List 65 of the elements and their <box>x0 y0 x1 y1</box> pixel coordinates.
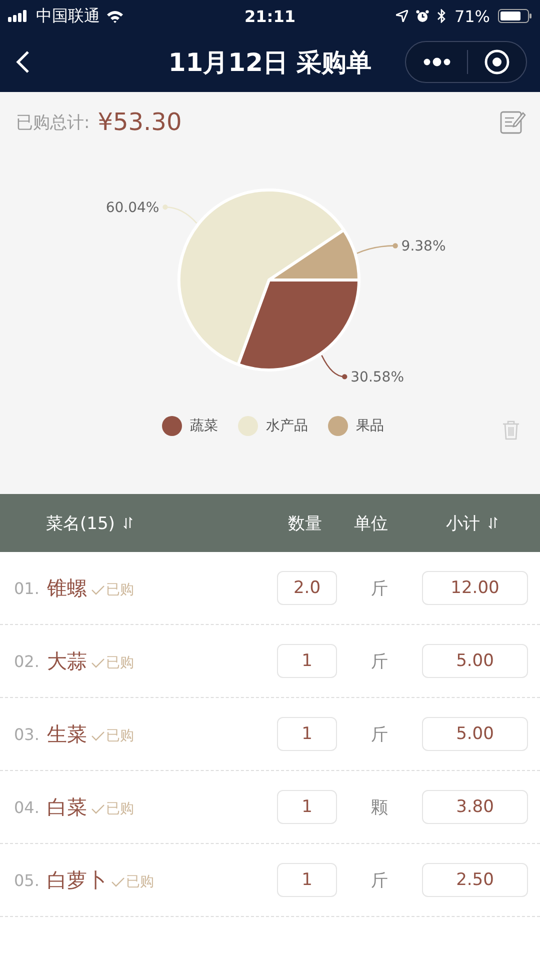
bluetooth-icon <box>437 9 446 23</box>
total-label: 已购总计: <box>16 112 90 134</box>
subtotal-field[interactable]: 12.00 <box>422 571 528 605</box>
leader-line <box>162 204 198 224</box>
row-number: 02. <box>14 652 40 670</box>
more-icon[interactable] <box>422 57 452 67</box>
percent-label: 30.58% <box>350 370 404 386</box>
battery-icon <box>498 9 532 23</box>
edit-note-icon[interactable] <box>500 109 526 135</box>
quantity-field[interactable]: 1 <box>277 790 337 824</box>
row-number: 01. <box>14 578 40 598</box>
check-icon <box>91 804 105 814</box>
sort-icon[interactable] <box>488 517 498 529</box>
bought-status: 已购 <box>106 727 134 745</box>
wifi-icon <box>106 10 124 22</box>
column-header[interactable]: 单位 <box>354 512 388 534</box>
subtotal-field[interactable]: 2.50 <box>422 863 528 897</box>
leader-line <box>321 355 348 380</box>
column-header[interactable]: 菜名(15) <box>46 512 115 534</box>
unit-label: 斤 <box>370 870 389 892</box>
close-target-icon[interactable] <box>484 49 510 75</box>
legend-label: 蔬菜 <box>190 417 218 435</box>
item-name: 锥螺 <box>47 574 87 602</box>
column-header[interactable]: 数量 <box>288 512 322 534</box>
item-name: 大蒜 <box>47 648 87 674</box>
bought-status: 已购 <box>106 654 134 672</box>
bought-status: 已购 <box>106 800 134 818</box>
alarm-clock-icon <box>416 10 430 22</box>
legend-label: 水产品 <box>266 417 308 435</box>
battery-percent: 71% <box>454 6 490 26</box>
subtotal-field[interactable]: 3.80 <box>422 790 528 824</box>
location-arrow-icon <box>396 10 408 22</box>
subtotal-field[interactable]: 5.00 <box>422 644 528 678</box>
carrier-name: 中国联通 <box>36 6 100 26</box>
quantity-field[interactable]: 1 <box>277 644 337 678</box>
back-icon[interactable] <box>16 50 30 74</box>
unit-label: 斤 <box>370 650 389 672</box>
quantity-field[interactable]: 1 <box>277 717 337 751</box>
row-number: 03. <box>14 724 40 744</box>
check-icon <box>111 877 125 887</box>
check-icon <box>91 731 105 741</box>
item-name: 生菜 <box>47 720 87 748</box>
subtotal-field[interactable]: 5.00 <box>422 717 528 751</box>
total-amount: ¥53.30 <box>98 108 182 136</box>
percent-label: 9.38% <box>401 238 446 255</box>
percent-label: 60.04% <box>106 200 160 216</box>
unit-label: 斤 <box>370 578 389 600</box>
check-icon <box>91 658 105 668</box>
row-number: 04. <box>14 798 40 816</box>
item-name: 白菜 <box>47 794 87 820</box>
leader-line <box>356 243 398 254</box>
bought-status: 已购 <box>126 873 154 891</box>
bought-status: 已购 <box>106 581 134 599</box>
page-title: 11月12日 采购单 <box>168 46 372 78</box>
column-header[interactable]: 小计 <box>446 512 480 534</box>
quantity-field[interactable]: 2.0 <box>277 571 337 605</box>
check-icon <box>91 585 105 595</box>
clock-time: 21:11 <box>244 6 296 26</box>
quantity-field[interactable]: 1 <box>277 863 337 897</box>
unit-label: 斤 <box>370 724 389 746</box>
sort-icon[interactable] <box>122 517 133 529</box>
item-name: 白萝卜 <box>47 866 107 894</box>
row-number: 05. <box>14 870 40 890</box>
unit-label: 颗 <box>370 796 389 818</box>
legend-label: 果品 <box>356 417 384 435</box>
